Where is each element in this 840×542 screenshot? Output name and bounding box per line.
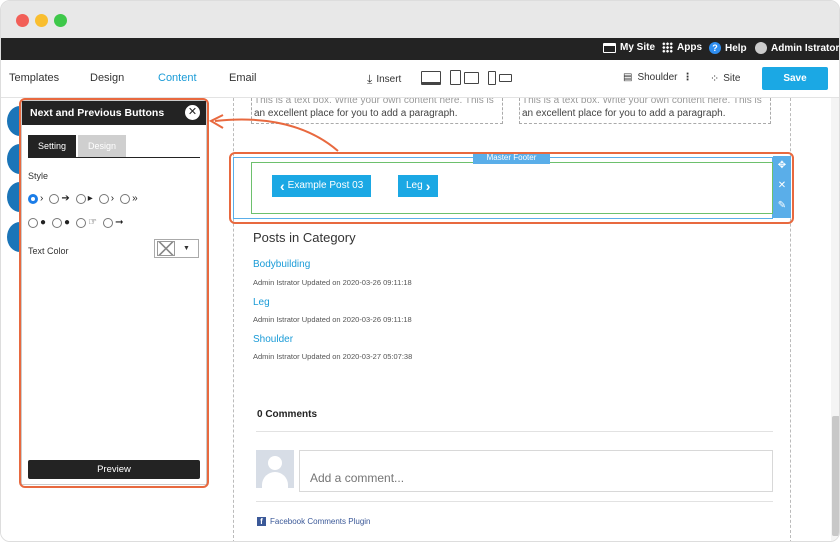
avatar-head-shape (268, 456, 282, 470)
page-selector[interactable]: ▤ Shoulder ⋮ (623, 72, 692, 83)
user-name: Admin Istrator (771, 42, 840, 54)
close-window-dot[interactable] (16, 14, 29, 27)
tablet-landscape-icon[interactable] (464, 71, 479, 84)
tab-content[interactable]: Content (158, 72, 197, 84)
next-post-label: Leg (406, 180, 423, 191)
facebook-icon: f (257, 517, 266, 526)
insert-button[interactable]: ⤓ Insert (367, 72, 401, 87)
grid-icon (662, 42, 673, 53)
help-label: Help (725, 42, 747, 54)
apps-label: Apps (677, 42, 702, 53)
tab-templates[interactable]: Templates (9, 72, 59, 84)
help-icon: ? (709, 42, 721, 54)
admin-topbar: My Site Apps ? Help Admin Istrator (1, 38, 839, 60)
editor-navbar: Templates Design Content Email ⤓ Insert … (1, 60, 839, 98)
help-link[interactable]: ? Help (709, 42, 747, 54)
prev-post-label: Example Post 03 (287, 180, 364, 191)
page-icon: ▤ (623, 72, 633, 83)
app-window: My Site Apps ? Help Admin Istrator Templ… (0, 0, 840, 542)
text-box-left-line2: an excellent place for you to add a para… (254, 108, 458, 119)
maximize-window-dot[interactable] (54, 14, 67, 27)
desktop-icon[interactable] (421, 70, 441, 85)
panel-highlight (19, 98, 209, 488)
posts-in-category-title: Posts in Category (253, 230, 356, 245)
divider (256, 431, 773, 432)
text-box-left-line1: This is a text box. Write your own conte… (254, 98, 494, 106)
post-meta: Admin Istrator Updated on 2020-03-27 05:… (253, 352, 413, 361)
text-box-right[interactable]: This is a text box. Write your own conte… (519, 98, 771, 124)
phone-landscape-icon[interactable] (499, 73, 512, 82)
avatar-body-shape (262, 472, 288, 488)
divider (256, 501, 773, 502)
my-site-link[interactable]: My Site (603, 42, 655, 53)
more-vertical-icon[interactable]: ⋮ (682, 72, 692, 83)
site-label: Site (723, 73, 741, 84)
facebook-plugin-link[interactable]: f Facebook Comments Plugin (257, 517, 371, 526)
chevron-left-icon: ‹ (280, 178, 285, 194)
download-icon: ⤓ (367, 72, 373, 86)
post-link-leg[interactable]: Leg (253, 297, 270, 308)
tablet-icon[interactable] (450, 70, 461, 85)
post-meta: Admin Istrator Updated on 2020-03-26 09:… (253, 278, 412, 287)
phone-icon[interactable] (488, 70, 496, 85)
minimize-window-dot[interactable] (35, 14, 48, 27)
post-link-bodybuilding[interactable]: Bodybuilding (253, 259, 310, 270)
post-meta: Admin Istrator Updated on 2020-03-26 09:… (253, 315, 412, 324)
chevron-right-icon: › (425, 178, 431, 194)
save-button[interactable]: Save (762, 67, 828, 90)
device-switcher (421, 70, 512, 85)
tab-design[interactable]: Design (90, 72, 124, 84)
next-post-button[interactable]: Leg › (398, 175, 439, 197)
user-menu[interactable]: Admin Istrator (755, 42, 839, 54)
text-box-right-line1: This is a text box. Write your own conte… (522, 98, 762, 106)
comments-count: 0 Comments (257, 409, 318, 420)
scrollbar-thumb[interactable] (832, 416, 839, 536)
page-name: Shoulder (637, 72, 678, 83)
apps-link[interactable]: Apps (662, 42, 702, 53)
commenter-avatar (256, 450, 294, 488)
facebook-plugin-label: Facebook Comments Plugin (270, 517, 371, 526)
text-box-left[interactable]: This is a text box. Write your own conte… (251, 98, 503, 124)
insert-label: Insert (376, 74, 402, 85)
window-titlebar (1, 1, 839, 38)
post-link-shoulder[interactable]: Shoulder (253, 334, 293, 345)
prev-post-button[interactable]: ‹ Example Post 03 (272, 175, 372, 197)
my-site-label: My Site (620, 42, 656, 53)
browser-icon (603, 42, 616, 53)
sitemap-icon: ⁘ (710, 73, 720, 85)
comment-input[interactable] (299, 450, 773, 492)
user-avatar-icon (755, 42, 767, 54)
tab-email[interactable]: Email (229, 72, 257, 84)
text-box-right-line2: an excellent place for you to add a para… (522, 108, 726, 119)
site-selector[interactable]: ⁘ Site (710, 72, 740, 85)
